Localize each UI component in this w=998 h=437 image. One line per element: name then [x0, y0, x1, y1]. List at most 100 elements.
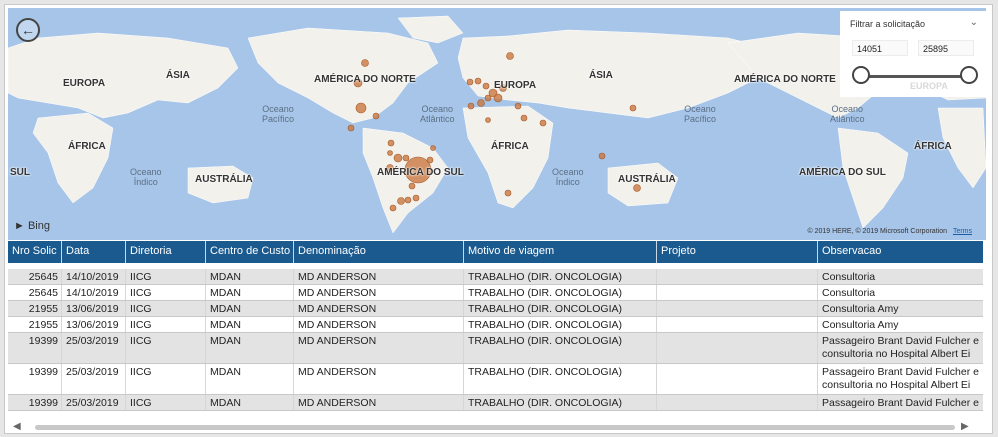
- cell-diretoria: IICG: [126, 333, 206, 363]
- terms-link[interactable]: Terms: [953, 228, 972, 235]
- table-row[interactable]: 19399 25/03/2019 IICG MDAN MD ANDERSON T…: [8, 364, 983, 395]
- cell-projeto: [657, 364, 818, 394]
- bing-label: Bing: [27, 220, 50, 232]
- cell-denominacao: MD ANDERSON: [294, 317, 464, 332]
- cell-data: 25/03/2019: [62, 395, 126, 410]
- bing-icon: ►: [14, 220, 25, 232]
- cell-centro: MDAN: [206, 317, 294, 332]
- cell-denominacao: MD ANDERSON: [294, 301, 464, 316]
- slider-max-handle[interactable]: [960, 66, 978, 84]
- col-header-centro[interactable]: Centro de Custo: [206, 241, 294, 263]
- cell-motivo: TRABALHO (DIR. ONCOLOGIA): [464, 333, 657, 363]
- range-slicer: Filtrar a solicitação ⌄ 14051 25895 EURO…: [840, 11, 986, 97]
- table-row[interactable]: 25645 14/10/2019 IICG MDAN MD ANDERSON T…: [8, 269, 983, 285]
- continent-label: SUL: [10, 167, 30, 178]
- cell-data: 14/10/2019: [62, 285, 126, 300]
- cell-diretoria: IICG: [126, 285, 206, 300]
- cell-motivo: TRABALHO (DIR. ONCOLOGIA): [464, 285, 657, 300]
- cell-projeto: [657, 269, 818, 284]
- slider-track[interactable]: [860, 75, 968, 78]
- cell-data: 25/03/2019: [62, 333, 126, 363]
- cell-centro: MDAN: [206, 269, 294, 284]
- table-row[interactable]: 19399 25/03/2019 IICG MDAN MD ANDERSON T…: [8, 395, 983, 411]
- cell-diretoria: IICG: [126, 317, 206, 332]
- table-row[interactable]: 21955 13/06/2019 IICG MDAN MD ANDERSON T…: [8, 301, 983, 317]
- continent-label: AMÉRICA DO NORTE: [734, 74, 836, 85]
- cell-motivo: TRABALHO (DIR. ONCOLOGIA): [464, 364, 657, 394]
- cell-centro: MDAN: [206, 333, 294, 363]
- cell-observacao: Passageiro Brant David Fulcher e: [822, 397, 979, 409]
- ocean-label: Oceano Pacífico: [262, 104, 295, 124]
- continent-label: ÁFRICA: [914, 141, 952, 152]
- cell-data: 13/06/2019: [62, 301, 126, 316]
- cell-data: 13/06/2019: [62, 317, 126, 332]
- slicer-max-input[interactable]: 25895: [918, 40, 974, 56]
- data-table: Nro Solic Data Diretoria Centro de Custo…: [8, 241, 983, 431]
- horizontal-scrollbar[interactable]: [35, 425, 955, 430]
- col-header-data[interactable]: Data: [62, 241, 126, 263]
- col-header-observacao[interactable]: Observacao: [818, 241, 983, 263]
- continent-label: AMÉRICA DO SUL: [377, 167, 464, 178]
- col-header-nro[interactable]: Nro Solic: [8, 241, 62, 263]
- table-header: Nro Solic Data Diretoria Centro de Custo…: [8, 241, 983, 263]
- map-copyright: © 2019 HERE, © 2019 Microsoft Corporatio…: [807, 228, 972, 235]
- continent-label: ÁFRICA: [68, 141, 106, 152]
- back-button[interactable]: ←: [16, 18, 40, 42]
- cell-denominacao: MD ANDERSON: [294, 333, 464, 363]
- cell-centro: MDAN: [206, 364, 294, 394]
- continent-label: AUSTRÁLIA: [195, 174, 253, 185]
- ocean-label: Oceano Atlântico: [420, 104, 455, 124]
- col-header-denominacao[interactable]: Denominação: [294, 241, 464, 263]
- ocean-label: Oceano Índico: [552, 167, 584, 187]
- cell-motivo: TRABALHO (DIR. ONCOLOGIA): [464, 301, 657, 316]
- cell-motivo: TRABALHO (DIR. ONCOLOGIA): [464, 395, 657, 410]
- table-row[interactable]: 21955 13/06/2019 IICG MDAN MD ANDERSON T…: [8, 317, 983, 333]
- table-row[interactable]: 19399 25/03/2019 IICG MDAN MD ANDERSON T…: [8, 333, 983, 364]
- cell-centro: MDAN: [206, 285, 294, 300]
- cell-denominacao: MD ANDERSON: [294, 395, 464, 410]
- bing-logo: ► Bing: [14, 220, 50, 232]
- continent-label: AUSTRÁLIA: [618, 174, 676, 185]
- cell-projeto: [657, 333, 818, 363]
- cell-centro: MDAN: [206, 301, 294, 316]
- cell-denominacao: MD ANDERSON: [294, 364, 464, 394]
- col-header-motivo[interactable]: Motivo de viagem: [464, 241, 657, 263]
- col-header-projeto[interactable]: Projeto: [657, 241, 818, 263]
- slider-min-handle[interactable]: [852, 66, 870, 84]
- cell-projeto: [657, 395, 818, 410]
- continent-label: ÁSIA: [589, 70, 613, 81]
- chevron-down-icon[interactable]: ⌄: [970, 17, 978, 28]
- cell-nro: 25645: [8, 285, 62, 300]
- continent-label: EUROPA: [494, 80, 537, 91]
- cell-data: 14/10/2019: [62, 269, 126, 284]
- cell-observacao: Consultoria Amy: [822, 303, 899, 315]
- cell-diretoria: IICG: [126, 301, 206, 316]
- cell-denominacao: MD ANDERSON: [294, 285, 464, 300]
- cell-observacao: Consultoria Amy: [822, 319, 899, 331]
- copyright-text: © 2019 HERE, © 2019 Microsoft Corporatio…: [807, 228, 947, 235]
- continent-label: EUROPA: [63, 78, 106, 89]
- cell-observacao: Passageiro Brant David Fulcher e consult…: [822, 366, 979, 391]
- slicer-title: Filtrar a solicitação: [850, 19, 926, 29]
- slicer-min-input[interactable]: 14051: [852, 40, 908, 56]
- cell-nro: 19399: [8, 364, 62, 394]
- ocean-label: Oceano Índico: [130, 167, 162, 187]
- cell-projeto: [657, 301, 818, 316]
- faded-map-label: EUROPA: [910, 81, 948, 91]
- col-header-diretoria[interactable]: Diretoria: [126, 241, 206, 263]
- report-visual: EUROPA ÁSIA ÁFRICA AUSTRÁLIA AMÉRICA DO …: [4, 4, 993, 434]
- table-row[interactable]: 25645 14/10/2019 IICG MDAN MD ANDERSON T…: [8, 285, 983, 301]
- cell-observacao: Consultoria: [822, 287, 876, 299]
- cell-projeto: [657, 317, 818, 332]
- scroll-right-icon[interactable]: ▶: [961, 421, 969, 432]
- scroll-left-icon[interactable]: ◀: [13, 421, 21, 432]
- map-visual[interactable]: EUROPA ÁSIA ÁFRICA AUSTRÁLIA AMÉRICA DO …: [8, 8, 986, 240]
- continent-label: AMÉRICA DO NORTE: [314, 74, 416, 85]
- cell-observacao: Consultoria: [822, 271, 876, 283]
- continent-label: ÁSIA: [166, 70, 190, 81]
- ocean-label: Oceano Atlântico: [830, 104, 865, 124]
- arrow-left-icon: ←: [21, 22, 35, 38]
- ocean-label: Oceano Pacífico: [684, 104, 717, 124]
- cell-nro: 19399: [8, 395, 62, 410]
- cell-data: 25/03/2019: [62, 364, 126, 394]
